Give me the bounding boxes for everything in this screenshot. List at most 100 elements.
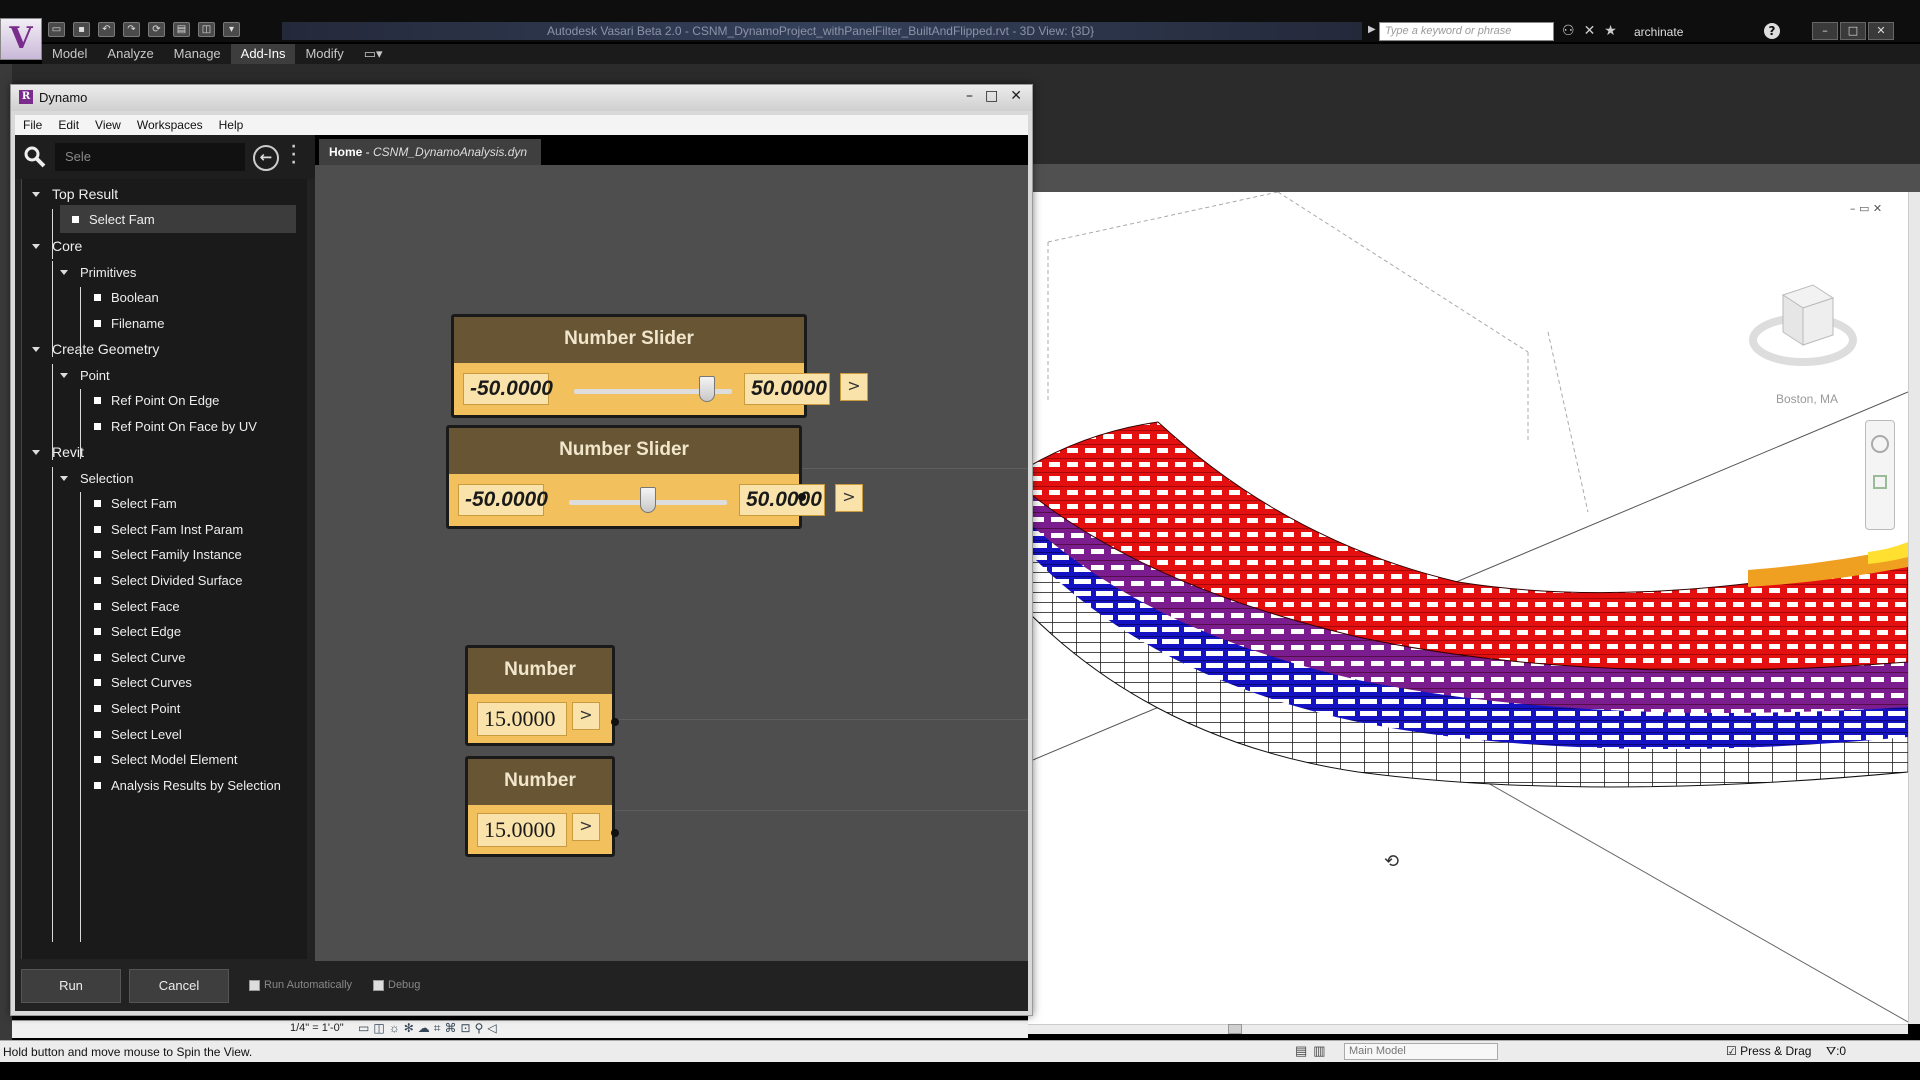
node-bullet-icon [94, 319, 101, 327]
view-window-controls[interactable]: – ▭ ✕ [1850, 202, 1882, 215]
back-arrow-icon[interactable]: ← [253, 145, 279, 171]
cancel-button[interactable]: Cancel [129, 969, 229, 1003]
dynamo-maximize-button[interactable]: □ [985, 88, 998, 104]
sun-path-icon[interactable]: ☼ [389, 1021, 400, 1036]
scrollbar-thumb[interactable] [1228, 1024, 1242, 1034]
steering-wheel-icon[interactable] [1871, 435, 1889, 453]
checkbox[interactable] [373, 979, 384, 991]
view-tab-strip [1028, 164, 1920, 192]
category-label: Revit [52, 444, 84, 460]
measure-icon[interactable]: ◫ [198, 22, 215, 37]
menu-workspaces[interactable]: Workspaces [129, 118, 211, 132]
navigation-bar[interactable] [1865, 420, 1895, 530]
graph-canvas[interactable]: Number Slider -50.0000 50.0000 > Number … [315, 165, 1028, 961]
render-icon[interactable]: ☁ [418, 1021, 430, 1036]
output-port[interactable] [611, 829, 619, 837]
quick-access-toolbar: ▭ ▪ ↶ ↷ ⟳ ▤ ◫ ▾ [48, 22, 240, 40]
number-slider-node[interactable]: Number Slider -50.0000 50.0000 > [446, 425, 863, 529]
search-icon[interactable] [23, 145, 47, 169]
crop-view-icon[interactable]: ⌗ [434, 1021, 441, 1036]
debug-toggle[interactable]: Debug [373, 979, 420, 991]
qat-dropdown-icon[interactable]: ▾ [223, 22, 240, 37]
menu-help[interactable]: Help [211, 118, 252, 132]
redo-icon[interactable]: ↷ [123, 22, 140, 37]
reveal-hidden-icon[interactable]: ◁ [487, 1021, 496, 1036]
number-value-field[interactable]: 15.0000 [477, 702, 567, 736]
tab-model[interactable]: Model [42, 44, 97, 64]
number-value-field[interactable]: 15.0000 [477, 813, 567, 847]
output-port[interactable] [798, 493, 806, 501]
view-scale[interactable]: 1/4" = 1'-0" [290, 1022, 344, 1034]
number-node[interactable]: Number 15.0000 > [465, 756, 619, 857]
worksets-icon[interactable]: ▤ [1295, 1043, 1307, 1059]
run-button[interactable]: Run [21, 969, 121, 1003]
tab-separator: - [362, 145, 374, 159]
expand-arrow-button[interactable]: > [572, 813, 600, 841]
checkbox[interactable] [249, 979, 260, 991]
undo-icon[interactable]: ↶ [98, 22, 115, 37]
run-automatically-toggle[interactable]: Run Automatically [249, 979, 352, 991]
shadows-icon[interactable]: ✻ [404, 1021, 414, 1036]
hide-isolate-icon[interactable]: ⚲ [475, 1021, 484, 1036]
slider-thumb[interactable] [698, 376, 715, 402]
show-crop-icon[interactable]: ⌘ [445, 1021, 457, 1036]
filter-count[interactable]: ⛛:0 [1826, 1044, 1846, 1059]
print-icon[interactable]: ▤ [173, 22, 190, 37]
tab-home-label: Home [329, 145, 363, 159]
menu-view[interactable]: View [87, 118, 129, 132]
slider-thumb[interactable] [640, 487, 656, 513]
output-port[interactable] [611, 718, 619, 726]
save-icon[interactable]: ▪ [73, 22, 90, 37]
dynamo-titlebar[interactable]: R Dynamo – □ ✕ [11, 85, 1032, 111]
sync-icon[interactable]: ⟳ [148, 22, 165, 37]
lock-view-icon[interactable]: ⊡ [461, 1021, 471, 1036]
slider-min-field[interactable]: -50.0000 [463, 373, 553, 405]
search-expand-icon[interactable]: ▶ [1368, 24, 1376, 38]
help-search-input[interactable]: Type a keyword or phrase [1379, 22, 1554, 41]
tab-modify[interactable]: Modify [295, 44, 353, 64]
application-menu-button[interactable]: V [0, 18, 42, 60]
library-search-input[interactable]: Sele [55, 143, 245, 171]
design-options-icon[interactable]: ▥ [1313, 1043, 1325, 1059]
item-label: Select Fam [111, 495, 177, 511]
tab-analyze[interactable]: Analyze [97, 44, 163, 64]
binoculars-icon[interactable]: ⚇ [1562, 22, 1575, 39]
dynamo-close-button[interactable]: ✕ [1010, 88, 1022, 104]
detail-level-icon[interactable]: ▭ [358, 1021, 369, 1036]
subscription-icon[interactable]: ✕ [1584, 22, 1596, 39]
number-node[interactable]: Number 15.0000 > [465, 645, 619, 746]
dynamo-minimize-button[interactable]: – [966, 88, 973, 104]
top-result-item[interactable]: Select Fam [60, 205, 296, 233]
visual-style-icon[interactable]: ◫ [373, 1021, 384, 1036]
maximize-button[interactable]: □ [1840, 22, 1866, 40]
close-button[interactable]: ✕ [1868, 22, 1894, 40]
open-icon[interactable]: ▭ [48, 22, 65, 37]
press-drag-label: Press & Drag [1740, 1044, 1812, 1058]
slider-max-field[interactable]: 50.0000 [739, 484, 825, 516]
viewcube-icon[interactable] [1748, 270, 1858, 380]
active-design-option-select[interactable]: Main Model [1344, 1043, 1498, 1060]
list-item[interactable]: Analysis Results by Selection [22, 770, 308, 800]
tab-add-ins[interactable]: Add-Ins [230, 44, 296, 64]
workspace-tab[interactable]: Home - CSNM_DynamoAnalysis.dyn [319, 139, 541, 165]
ribbon-options-icon[interactable]: ▭▾ [354, 44, 393, 64]
minimize-button[interactable]: – [1812, 22, 1838, 40]
expand-arrow-button[interactable]: > [840, 373, 868, 401]
menu-file[interactable]: File [15, 118, 50, 132]
number-slider-node[interactable]: Number Slider -50.0000 50.0000 > [451, 314, 868, 418]
help-icon[interactable]: ? [1764, 23, 1780, 39]
tab-manage[interactable]: Manage [164, 44, 231, 64]
zoom-icon[interactable] [1873, 475, 1887, 489]
expand-arrow-button[interactable]: > [835, 484, 863, 512]
expand-triangle-icon [32, 191, 40, 197]
more-options-icon[interactable]: · · · [291, 140, 296, 170]
menu-edit[interactable]: Edit [50, 118, 87, 132]
slider-min-field[interactable]: -50.0000 [458, 484, 548, 516]
expand-arrow-button[interactable]: > [572, 702, 600, 730]
favorites-star-icon[interactable]: ★ [1604, 22, 1617, 39]
press-drag-toggle[interactable]: ☑ Press & Drag [1726, 1044, 1811, 1058]
status-bar [0, 1040, 1920, 1062]
vertical-scrollbar[interactable] [1908, 192, 1920, 1024]
user-account[interactable]: archinate [1634, 25, 1683, 39]
slider-max-field[interactable]: 50.0000 [744, 373, 830, 405]
